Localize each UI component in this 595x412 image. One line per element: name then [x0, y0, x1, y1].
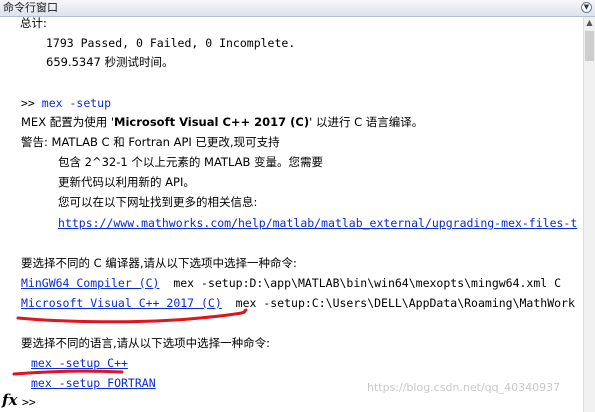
chevron-down-icon[interactable]: ▼ — [581, 2, 592, 13]
mex-setup-cpp-link[interactable]: mex -setup C++ — [31, 356, 128, 370]
mex-setup-fortran-link[interactable]: mex -setup FORTRAN — [31, 376, 156, 390]
choose-compiler-label: 要选择不同的 C 编译器,请从以下选项中选择一种命令: — [21, 256, 297, 270]
summary-counts: 1793 Passed, 0 Failed, 0 Incomplete. — [46, 36, 296, 50]
scroll-up-icon[interactable]: ▲ — [584, 17, 595, 29]
command-prompt[interactable]: >> — [22, 395, 36, 409]
warning-line-3: 更新代码以利用新的 API。 — [58, 175, 195, 189]
summary-time: 659.5347 秒测试时间。 — [46, 55, 174, 69]
warning-line-1: 警告: MATLAB C 和 Fortran API 已更改,现可支持 — [21, 135, 280, 149]
warning-line-2: 包含 2^32-1 个以上元素的 MATLAB 变量。您需要 — [58, 155, 324, 169]
scrollbar-thumb[interactable] — [585, 31, 594, 61]
compiler-option-msvc: Microsoft Visual C++ 2017 (C) mex -setup… — [21, 296, 575, 310]
mingw64-compiler-link[interactable]: MinGW64 Compiler (C) — [21, 276, 159, 290]
fx-icon[interactable]: fx — [2, 392, 17, 408]
watermark: https://blog.csdn.net/qq_40340937 — [367, 381, 561, 394]
upgrading-mex-files-link[interactable]: https://www.mathworks.com/help/matlab/ma… — [58, 216, 577, 230]
msvc-2017-compiler-link[interactable]: Microsoft Visual C++ 2017 (C) — [21, 296, 222, 310]
command-line-mex-setup: >> mex -setup — [21, 96, 112, 110]
mex-config-message: MEX 配置为使用 'Microsoft Visual C++ 2017 (C)… — [21, 115, 424, 129]
title-bar: 命令行窗口 ▼ — [0, 0, 595, 17]
compiler-option-mingw64: MinGW64 Compiler (C) mex -setup:D:\app\M… — [21, 276, 562, 290]
window-title: 命令行窗口 — [3, 1, 58, 14]
choose-language-label: 要选择不同的语言,请从以下选项中选择一种命令: — [21, 336, 271, 350]
vertical-scrollbar[interactable]: ▲ — [583, 17, 595, 412]
summary-label: 总计: — [20, 17, 47, 30]
command-window-output[interactable]: 总计: 1793 Passed, 0 Failed, 0 Incomplete.… — [0, 17, 583, 412]
warning-line-4: 您可以在以下网址找到更多的相关信息: — [58, 195, 258, 209]
